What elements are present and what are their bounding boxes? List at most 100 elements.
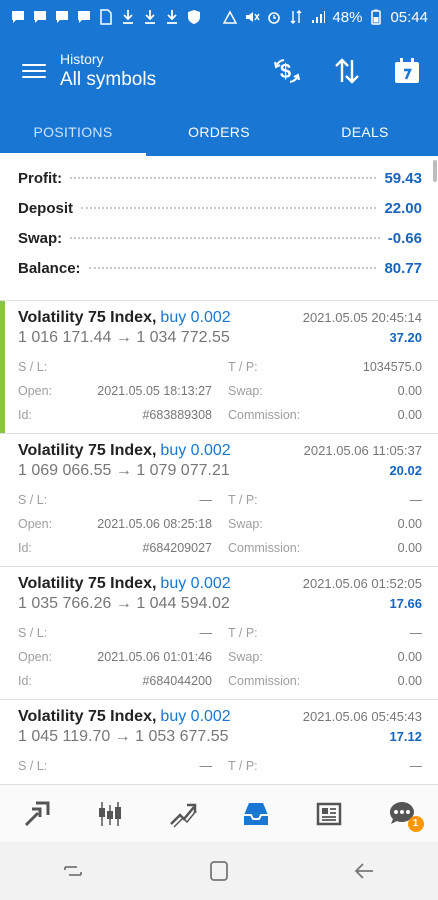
dollar-refresh-icon[interactable]: $ xyxy=(270,54,304,88)
calendar-icon[interactable] xyxy=(390,54,424,88)
title-block[interactable]: History All symbols xyxy=(60,51,156,91)
bottom-navigation: 1 xyxy=(0,784,438,842)
commission-label: Commission: xyxy=(228,541,301,555)
tp-cell: T / P: — xyxy=(228,621,422,645)
swap-cell: Swap: 0.00 xyxy=(228,645,422,669)
tp-cell: T / P: — xyxy=(228,488,422,512)
tp-label: T / P: xyxy=(228,626,258,640)
swap-value: 0.00 xyxy=(397,517,422,531)
battery-percent: 48% xyxy=(332,8,363,26)
id-value: #684209027 xyxy=(142,541,212,555)
tp-label: T / P: xyxy=(228,493,258,507)
summary-label: Swap: xyxy=(18,230,63,247)
id-value: #684044200 xyxy=(142,674,212,688)
summary-row-deposit: Deposit 22.00 xyxy=(18,200,422,230)
app-bar: History All symbols $ xyxy=(0,34,438,108)
swap-label: Swap: xyxy=(228,650,263,664)
history-icon[interactable] xyxy=(236,794,276,834)
commission-value: 0.00 xyxy=(397,408,422,422)
position-time: 2021.05.05 20:45:14 xyxy=(302,310,422,325)
tp-value: — xyxy=(409,626,423,640)
swap-value: 0.00 xyxy=(397,384,422,398)
notification-icons xyxy=(10,9,202,25)
swap-label: Swap: xyxy=(228,517,263,531)
commission-cell: Commission: 0.00 xyxy=(228,536,422,560)
summary-label: Deposit xyxy=(18,200,74,217)
position-symbol: Volatility 75 Index, xyxy=(18,442,157,459)
sl-label: S / L: xyxy=(18,759,48,773)
commission-cell: Commission: 0.00 xyxy=(228,403,422,427)
open-value: 2021.05.06 08:25:18 xyxy=(97,517,212,531)
sl-cell: S / L: — xyxy=(18,488,212,512)
position-prices: 1 045 119.70 → 1 053 677.55 xyxy=(18,728,229,745)
position-profit: 17.12 xyxy=(389,729,422,744)
position-symbol: Volatility 75 Index, xyxy=(18,575,157,592)
shield-icon xyxy=(186,9,202,25)
swap-cell: Swap: 0.00 xyxy=(228,379,422,403)
account-summary: Profit: 59.43 Deposit 22.00 Swap: -0.66 … xyxy=(0,156,438,301)
chat-icon xyxy=(32,9,48,25)
trade-icon[interactable] xyxy=(163,794,203,834)
chat-icon xyxy=(10,9,26,25)
tp-label: T / P: xyxy=(228,360,258,374)
summary-row-swap: Swap: -0.66 xyxy=(18,230,422,260)
messages-icon[interactable]: 1 xyxy=(382,794,424,834)
id-label: Id: xyxy=(18,541,32,555)
position-prices: 1 069 066.55 → 1 079 077.21 xyxy=(18,462,230,479)
commission-label: Commission: xyxy=(228,408,301,422)
mute-icon xyxy=(244,9,261,25)
id-cell: Id: #683889308 xyxy=(18,403,212,427)
tp-value: 1034575.0 xyxy=(362,360,422,374)
open-label: Open: xyxy=(18,650,53,664)
tab-deals[interactable]: DEALS xyxy=(292,108,438,156)
page-subtitle: History xyxy=(60,51,104,67)
open-value: 2021.05.06 01:01:46 xyxy=(97,650,212,664)
position-profit: 37.20 xyxy=(389,330,422,345)
position-side: buy 0.002 xyxy=(160,708,231,725)
status-bar: 48% 05:44 xyxy=(0,0,438,34)
svg-text:$: $ xyxy=(280,61,291,83)
news-icon[interactable] xyxy=(309,794,349,834)
home-icon[interactable] xyxy=(199,851,239,891)
open-label: Open: xyxy=(18,384,53,398)
summary-label: Balance: xyxy=(18,260,81,277)
open-cell: Open: 2021.05.06 01:01:46 xyxy=(18,645,212,669)
tab-positions[interactable]: POSITIONS xyxy=(0,108,146,156)
recents-icon[interactable] xyxy=(53,851,93,891)
tab-bar: POSITIONS ORDERS DEALS xyxy=(0,108,438,156)
open-value: 2021.05.05 18:13:27 xyxy=(97,384,212,398)
download-icon xyxy=(164,9,180,25)
tp-value: — xyxy=(409,493,423,507)
sl-cell: S / L: — xyxy=(18,621,212,645)
signal-icon xyxy=(310,9,326,25)
sl-cell: S / L: xyxy=(18,355,212,379)
back-icon[interactable] xyxy=(345,851,385,891)
summary-value: 80.77 xyxy=(384,260,422,277)
clock: 05:44 xyxy=(390,8,428,26)
position-prices: 1 035 766.26 → 1 044 594.02 xyxy=(18,595,230,612)
position-time: 2021.05.06 05:45:43 xyxy=(302,709,422,724)
sl-label: S / L: xyxy=(18,360,48,374)
summary-row-balance: Balance: 80.77 xyxy=(18,260,422,290)
alarm-icon xyxy=(266,9,282,25)
sl-cell: S / L: — xyxy=(18,754,212,778)
position-item[interactable]: Volatility 75 Index, buy 0.002 2021.05.0… xyxy=(0,301,438,434)
download-icon xyxy=(120,9,136,25)
position-profit: 20.02 xyxy=(389,463,422,478)
menu-icon[interactable] xyxy=(22,59,46,83)
chart-icon[interactable] xyxy=(90,794,130,834)
tp-label: T / P: xyxy=(228,759,258,773)
messages-badge: 1 xyxy=(407,815,424,832)
tab-orders[interactable]: ORDERS xyxy=(146,108,292,156)
sort-icon[interactable] xyxy=(330,54,364,88)
chat-icon xyxy=(54,9,70,25)
scrollbar[interactable] xyxy=(433,160,437,182)
swap-cell: Swap: 0.00 xyxy=(228,512,422,536)
position-item[interactable]: Volatility 75 Index, buy 0.002 2021.05.0… xyxy=(0,434,438,567)
position-item[interactable]: Volatility 75 Index, buy 0.002 2021.05.0… xyxy=(0,567,438,700)
position-symbol: Volatility 75 Index, xyxy=(18,708,157,725)
position-side: buy 0.002 xyxy=(160,309,231,326)
position-time: 2021.05.06 01:52:05 xyxy=(302,576,422,591)
app-bar-actions: $ xyxy=(270,54,424,88)
quotes-icon[interactable] xyxy=(17,794,57,834)
